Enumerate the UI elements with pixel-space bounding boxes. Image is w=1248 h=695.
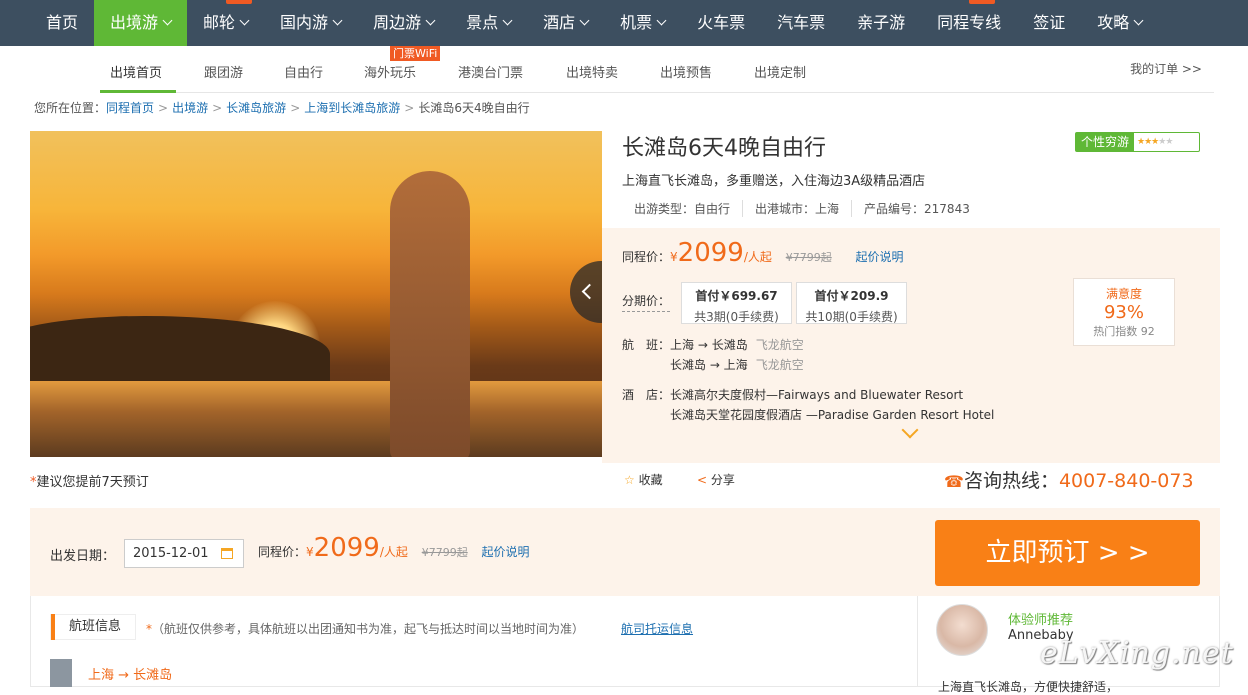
top-nav-item-1[interactable]: 出境游 (94, 0, 188, 46)
top-nav-item-12[interactable]: 签证 (1017, 0, 1081, 46)
breadcrumb-link-home[interactable]: 同程首页 (106, 101, 154, 115)
top-nav-item-7[interactable]: 机票 (604, 0, 681, 46)
price-explain-link[interactable]: 起价说明 (856, 250, 904, 264)
sub-nav-item-5[interactable]: 出境特卖 (566, 62, 618, 81)
style-badge: 个性穷游 ★★★★★ (1075, 132, 1200, 152)
installment-label: 分期价： (622, 292, 671, 312)
row-marker (50, 659, 72, 687)
flight-info-tab[interactable]: 航班信息 (50, 614, 136, 640)
installment-option-3[interactable]: 首付￥699.67 共3期(0手续费) (681, 282, 792, 324)
installment-option-10[interactable]: 首付￥209.9 共10期(0手续费) (796, 282, 907, 324)
trip-type: 出游类型：自由行 (634, 202, 731, 216)
booking-advice: *建议您提前7天预订 (30, 475, 149, 490)
product-meta: 出游类型：自由行 出港城市：上海 产品编号：217843 (634, 200, 982, 217)
phone-icon: ☎ (944, 472, 964, 491)
depart-date-label: 出发日期： (50, 549, 116, 564)
top-nav-item-9[interactable]: 汽车票 (761, 0, 841, 46)
calendar-icon (221, 548, 233, 559)
share-button[interactable]: < 分享 (697, 471, 735, 488)
sub-nav-item-7[interactable]: 出境定制 (754, 62, 806, 81)
share-icon: < (697, 473, 708, 487)
top-nav-item-11[interactable]: 同程专线 (921, 0, 1017, 46)
airline-baggage-link[interactable]: 航司托运信息 (621, 620, 693, 637)
star-icon: ★ (1165, 137, 1173, 147)
breadcrumb-current: 长滩岛6天4晚自由行 (418, 101, 530, 115)
chevron-down-icon (332, 15, 343, 26)
breadcrumb-link-outbound[interactable]: 出境游 (172, 101, 208, 115)
product-hero-image (30, 131, 602, 457)
top-nav: 首页 出境游 邮轮 国内游 周边游 景点 酒店 机票 火车票 汽车票 亲子游 同程专线 签证 攻略 (0, 0, 1248, 46)
flight-row-1: 航 班：上海 → 长滩岛 飞龙航空 (622, 338, 804, 352)
top-nav-item-3[interactable]: 国内游 (264, 0, 357, 46)
booking-price-row: 同程价：¥2099/人起 ¥7799起 起价说明 (258, 533, 530, 563)
chevron-down-icon (425, 15, 436, 26)
hotline: ☎咨询热线：4007-840-073 (944, 470, 1194, 492)
sub-nav-item-3[interactable]: 海外玩乐 (364, 62, 416, 81)
price-value: ¥2099/人起 (670, 238, 772, 268)
product-subtitle: 上海直飞长滩岛，多重赠送，入住海边3A级精品酒店 (622, 174, 926, 189)
flight-note: *（航班仅供参考，具体航班以出团通知书为准，起飞与抵达时间以当地时间为准） (146, 622, 585, 636)
sub-nav-item-2[interactable]: 自由行 (284, 62, 323, 81)
rating-stars-icon: ★★★★★ (1134, 133, 1173, 151)
booking-price-explain-link[interactable]: 起价说明 (482, 545, 530, 559)
top-nav-item-6[interactable]: 酒店 (527, 0, 604, 46)
top-nav-item-0[interactable]: 首页 (30, 0, 94, 46)
wifi-badge: 门票WiFi (390, 46, 441, 61)
hotel-row-2: 长滩岛天堂花园度假酒店 —Paradise Garden Resort Hote… (670, 408, 995, 422)
breadcrumb-prefix: 您所在位置： (34, 101, 107, 115)
favorite-button[interactable]: ☆ 收藏 (624, 471, 663, 488)
chevron-down-icon (502, 15, 513, 26)
hot-tag-icon (225, 0, 252, 4)
star-icon: ☆ (624, 473, 635, 487)
panel-divider (917, 596, 918, 687)
chevron-down-icon (579, 15, 590, 26)
sub-nav-active-indicator (100, 90, 176, 93)
top-nav-item-13[interactable]: 攻略 (1081, 0, 1158, 46)
depart-city: 出港城市：上海 (742, 200, 851, 217)
gallery-prev-arrow-icon[interactable] (570, 261, 602, 323)
flight-row-2: 长滩岛 → 上海 飞龙航空 (670, 358, 804, 372)
chevron-down-icon (1133, 15, 1144, 26)
my-order-link[interactable]: 我的订单 >> (1130, 60, 1202, 77)
chevron-down-icon (162, 15, 173, 26)
breadcrumb-link-boracay[interactable]: 长滩岛旅游 (226, 101, 286, 115)
style-badge-label: 个性穷游 (1076, 133, 1135, 151)
chevron-down-icon (239, 15, 250, 26)
watermark: eLvXing.net (1040, 636, 1234, 671)
sub-nav-item-6[interactable]: 出境预售 (660, 62, 712, 81)
sea (30, 381, 602, 457)
book-now-button[interactable]: 立即预订 > > (935, 520, 1200, 586)
model-figure (390, 171, 470, 457)
top-nav-item-10[interactable]: 亲子游 (841, 0, 921, 46)
experience-title: 体验师推荐 (1008, 613, 1074, 628)
depart-date-input[interactable]: 2015-12-01 (124, 539, 244, 568)
satisfaction-box: 满意度 93% 热门指数 92 (1073, 278, 1175, 346)
avatar[interactable] (936, 604, 988, 656)
top-nav-item-4[interactable]: 周边游 (357, 0, 450, 46)
breadcrumb-link-shanghai-boracay[interactable]: 上海到长滩岛旅游 (304, 101, 400, 115)
top-nav-item-5[interactable]: 景点 (450, 0, 527, 46)
flight-route: 上海 → 长滩岛 (88, 668, 173, 683)
price-row: 同程价：¥2099/人起 ¥7799起 起价说明 (622, 238, 904, 268)
hotel-row-1: 酒 店：长滩高尔夫度假村—Fairways and Bluewater Reso… (622, 388, 964, 402)
sub-nav-item-0[interactable]: 出境首页 (110, 62, 162, 81)
hot-tag-icon (969, 0, 996, 4)
sub-nav: 出境首页 跟团游 自由行 海外玩乐 港澳台门票 出境特卖 出境预售 出境定制 (100, 46, 1214, 93)
original-price: ¥7799起 (785, 251, 832, 264)
sub-nav-item-1[interactable]: 跟团游 (204, 62, 243, 81)
product-title: 长滩岛6天4晚自由行 (622, 136, 826, 161)
breadcrumb: 您所在位置：同程首页 > 出境游 > 长滩岛旅游 > 上海到长滩岛旅游 > 长滩岛6天4晚自由行 (34, 101, 530, 115)
product-code: 产品编号：217843 (851, 200, 982, 217)
top-nav-item-2[interactable]: 邮轮 (187, 0, 264, 46)
top-nav-item-8[interactable]: 火车票 (681, 0, 761, 46)
chevron-down-icon (656, 15, 667, 26)
sub-nav-item-4[interactable]: 港澳台门票 (458, 62, 523, 81)
